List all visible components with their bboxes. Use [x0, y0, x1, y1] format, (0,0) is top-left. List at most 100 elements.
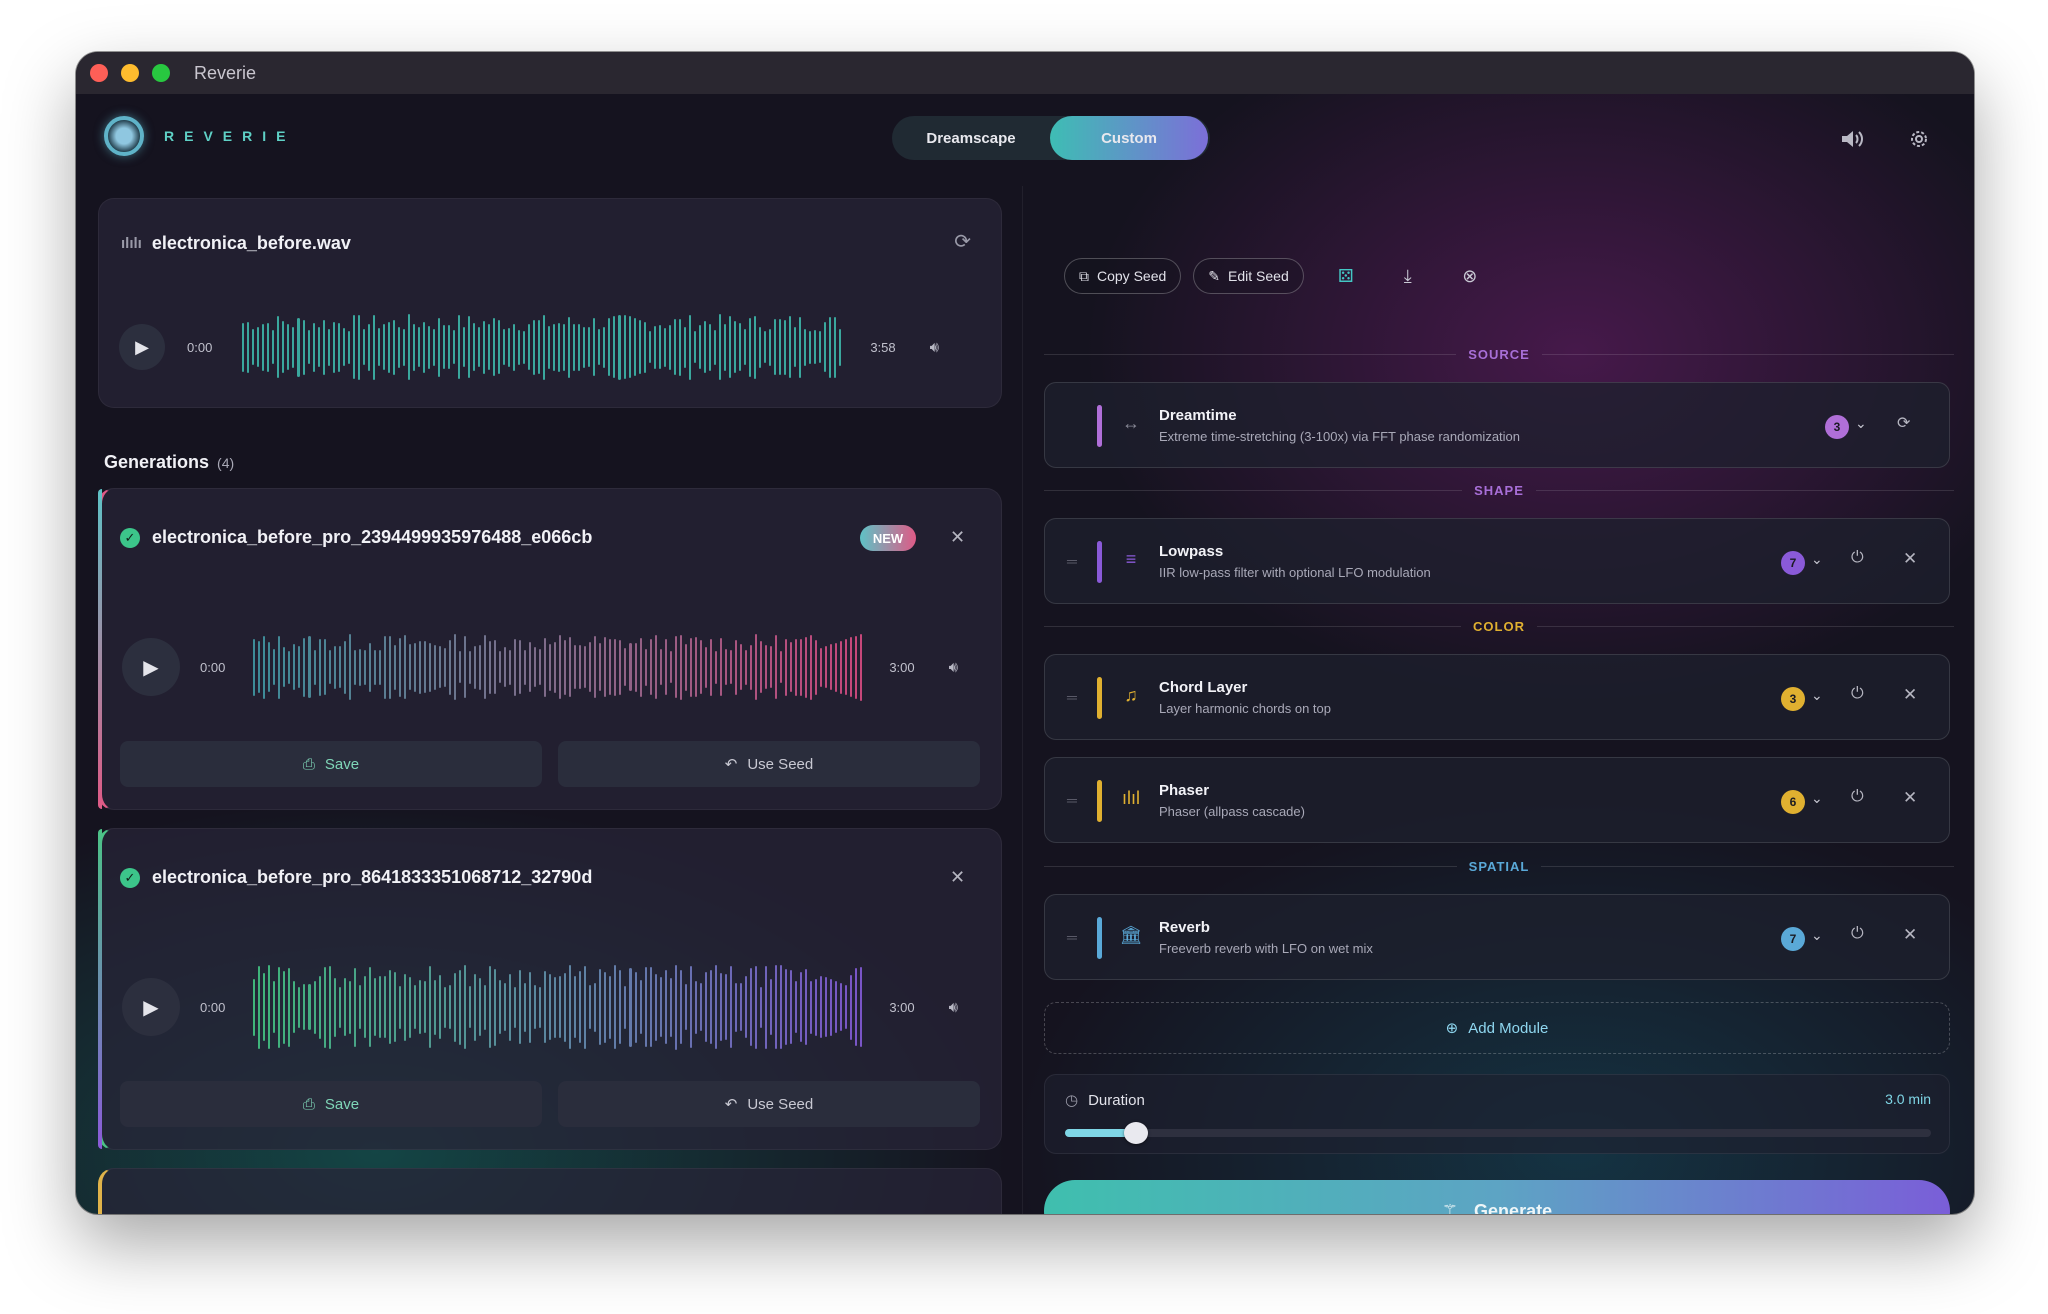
- play-button[interactable]: ▶: [122, 978, 180, 1036]
- play-button[interactable]: ▶: [119, 324, 165, 370]
- close-icon[interactable]: ✕: [1903, 925, 1917, 945]
- chevron-down-icon[interactable]: ⌄: [1811, 790, 1823, 807]
- module-lowpass[interactable]: ═ ≡ Lowpass IIR low-pass filter with opt…: [1044, 518, 1950, 604]
- power-icon[interactable]: ⏻: [1851, 788, 1864, 806]
- close-icon[interactable]: ✕: [1903, 549, 1917, 569]
- generation-card: ✓ electronica_before_pro_864183335106871…: [98, 828, 1002, 1150]
- waveform-bar: [348, 634, 351, 700]
- copy-seed-button[interactable]: ⧉ Copy Seed: [1064, 258, 1182, 294]
- play-button[interactable]: ▶: [122, 638, 180, 696]
- close-icon[interactable]: ✕: [1903, 788, 1917, 808]
- waveform-bar: [543, 314, 546, 380]
- power-icon[interactable]: ⏻: [1851, 549, 1864, 567]
- waveform-bar: [503, 329, 506, 365]
- gear-icon[interactable]: [1906, 126, 1932, 152]
- dice-icon[interactable]: ⚄: [1328, 258, 1364, 294]
- tab-dreamscape[interactable]: Dreamscape: [892, 116, 1050, 160]
- close-icon[interactable]: ✕: [1903, 685, 1917, 705]
- waveform-bar: [388, 635, 391, 699]
- waveform-bar: [609, 975, 612, 1039]
- module-phaser[interactable]: ═ ılıl Phaser Phaser (allpass cascade) 6…: [1044, 757, 1950, 843]
- waveform-bar: [714, 650, 717, 684]
- generation-waveform[interactable]: [253, 957, 863, 1057]
- module-level-badge[interactable]: 3: [1825, 415, 1849, 439]
- seed-toolbar: ⧉ Copy Seed ✎ Edit Seed ⚄ ⤓ ⊗: [1064, 258, 1514, 294]
- module-dreamtime[interactable]: ↔ Dreamtime Extreme time-stretching (3-1…: [1044, 382, 1950, 468]
- waveform-bar: [608, 318, 611, 376]
- module-level-badge[interactable]: 7: [1781, 927, 1805, 951]
- chevron-down-icon[interactable]: ⌄: [1811, 927, 1823, 944]
- drag-handle-icon[interactable]: ═: [1067, 929, 1077, 945]
- drag-handle-icon[interactable]: ═: [1067, 553, 1077, 569]
- module-level-badge[interactable]: 3: [1781, 687, 1805, 711]
- refresh-icon[interactable]: ⟳: [1897, 413, 1910, 433]
- waveform-bar: [644, 967, 647, 1047]
- generation-card: ✓ electronica_before_pro_239449993597648…: [98, 488, 1002, 810]
- column-divider: [1022, 186, 1023, 1214]
- edit-seed-button[interactable]: ✎ Edit Seed: [1193, 258, 1304, 294]
- waveform-bar: [815, 978, 818, 1036]
- save-button[interactable]: ⎙ Save: [120, 741, 542, 787]
- waveform-bar: [392, 319, 395, 375]
- waveform-bar: [398, 637, 401, 697]
- volume-icon[interactable]: 🔊︎: [949, 659, 958, 676]
- use-seed-button[interactable]: ↶ Use Seed: [558, 1081, 980, 1127]
- waveform-bar: [628, 316, 631, 378]
- source-waveform[interactable]: [242, 307, 842, 387]
- save-button[interactable]: ⎙ Save: [120, 1081, 542, 1127]
- window-controls: [90, 64, 170, 82]
- waveform-bar: [634, 642, 637, 692]
- waveform-bar: [618, 314, 621, 380]
- import-icon[interactable]: ⤓: [1390, 258, 1426, 294]
- waveform-bar: [283, 970, 286, 1044]
- use-seed-button[interactable]: ↶ Use Seed: [558, 741, 980, 787]
- waveform-bar: [744, 649, 747, 685]
- module-chord-layer[interactable]: ═ ♫ Chord Layer Layer harmonic chords on…: [1044, 654, 1950, 740]
- section-spatial-label: SPATIAL: [1468, 858, 1530, 874]
- add-module-button[interactable]: ⊕ Add Module: [1044, 1002, 1950, 1054]
- waveform-bar: [368, 967, 371, 1047]
- module-level-badge[interactable]: 7: [1781, 551, 1805, 575]
- waveform-bar: [393, 972, 396, 1042]
- speaker-icon[interactable]: [1840, 126, 1866, 152]
- zoom-window-button[interactable]: [152, 64, 170, 82]
- generate-button[interactable]: ⚚ Generate: [1044, 1180, 1950, 1214]
- clear-icon[interactable]: ⊗: [1452, 258, 1488, 294]
- waveform-bar: [804, 328, 807, 366]
- waveform-bar: [805, 636, 808, 698]
- waveform-bar: [373, 978, 376, 1036]
- close-icon[interactable]: ✕: [950, 527, 965, 548]
- drag-handle-icon[interactable]: ═: [1067, 689, 1077, 705]
- chevron-down-icon[interactable]: ⌄: [1811, 551, 1823, 568]
- generation-waveform[interactable]: [253, 617, 863, 717]
- power-icon[interactable]: ⏻: [1851, 685, 1864, 703]
- power-icon[interactable]: ⏻: [1851, 925, 1864, 943]
- waveform-bar: [744, 976, 747, 1038]
- duration-slider-handle[interactable]: [1124, 1122, 1148, 1144]
- refresh-icon[interactable]: ⟳: [954, 229, 971, 254]
- title-bar: Reverie: [76, 52, 1974, 94]
- waveform-bar: [433, 979, 436, 1035]
- logo-icon: [104, 116, 144, 156]
- plus-circle-icon: ⊕: [1445, 1020, 1459, 1037]
- waveform-bar: [643, 321, 646, 373]
- module-reverb[interactable]: ═ 🏛︎ Reverb Freeverb reverb with LFO on …: [1044, 894, 1950, 980]
- duration-slider[interactable]: [1065, 1122, 1931, 1144]
- waveform-bar: [263, 635, 266, 699]
- close-window-button[interactable]: [90, 64, 108, 82]
- module-level-badge[interactable]: 6: [1781, 790, 1805, 814]
- waveform-bar: [397, 326, 400, 368]
- volume-icon[interactable]: 🔊︎: [949, 999, 958, 1016]
- waveform-bar: [343, 640, 346, 694]
- waveform-bar: [457, 315, 460, 379]
- waveform-bar: [358, 648, 361, 686]
- minimize-window-button[interactable]: [121, 64, 139, 82]
- volume-icon[interactable]: 🔊︎: [930, 339, 939, 356]
- close-icon[interactable]: ✕: [950, 867, 965, 888]
- tab-custom[interactable]: Custom: [1050, 116, 1208, 160]
- module-description: Phaser (allpass cascade): [1159, 804, 1305, 819]
- module-color-bar: [1097, 780, 1102, 822]
- chevron-down-icon[interactable]: ⌄: [1855, 415, 1867, 432]
- drag-handle-icon[interactable]: ═: [1067, 792, 1077, 808]
- chevron-down-icon[interactable]: ⌄: [1811, 687, 1823, 704]
